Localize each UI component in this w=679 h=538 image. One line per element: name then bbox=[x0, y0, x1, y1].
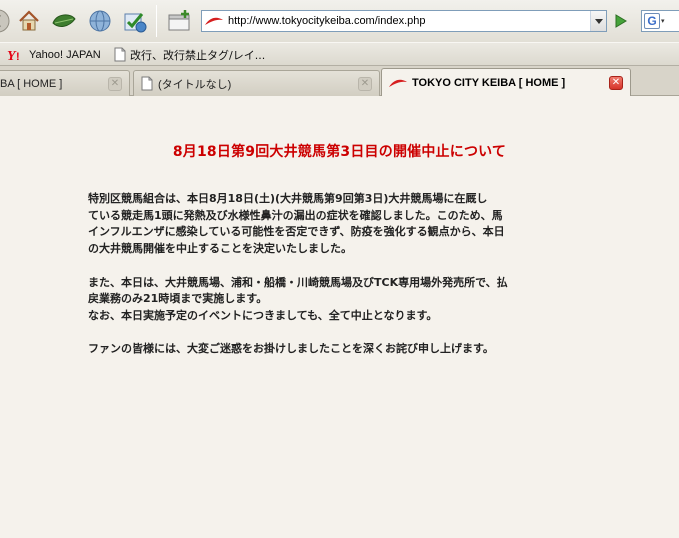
tab-title: (タイトルなし) bbox=[158, 78, 232, 91]
leaf-icon[interactable] bbox=[50, 7, 78, 35]
tab-title: TOKYO CITY KEIBA [ HOME ] bbox=[412, 76, 566, 89]
notice-paragraph: また、本日は、大井競馬場、浦和・船橋・川崎競馬場及びTCK専用場外発売所で、払 … bbox=[88, 275, 598, 325]
bookmark-label: Yahoo! JAPAN bbox=[29, 48, 101, 61]
yahoo-icon: Y! bbox=[7, 49, 20, 62]
page-content: 8月18日第9回大井競馬第3日目の開催中止について 特別区競馬組合は、本日8月1… bbox=[0, 97, 679, 538]
search-engine-dropdown-icon[interactable]: ▾ bbox=[661, 17, 665, 25]
bookmark-br-tags[interactable]: 改行、改行禁止タグ/レイ... bbox=[114, 46, 265, 63]
bookmarks-toolbar: Y! Yahoo! JAPAN 改行、改行禁止タグ/レイ... bbox=[0, 42, 679, 66]
notice-line: 特別区競馬組合は、本日8月18日(土)(大井競馬第9回第3日)大井競馬場に在厩し bbox=[88, 192, 488, 205]
bookmark-yahoo-japan[interactable]: Y! Yahoo! JAPAN bbox=[7, 46, 101, 63]
site-favicon-icon bbox=[202, 11, 226, 31]
url-text[interactable]: http://www.tokyocitykeiba.com/index.php bbox=[226, 15, 590, 27]
page-icon bbox=[114, 47, 126, 62]
page-icon bbox=[141, 76, 153, 91]
search-engine-icon[interactable]: G bbox=[644, 13, 660, 29]
site-favicon-icon bbox=[389, 79, 407, 87]
tab-home-previous[interactable]: BA [ HOME ] ✕ bbox=[0, 70, 130, 96]
svg-text:!: ! bbox=[16, 51, 20, 62]
bookmark-label: 改行、改行禁止タグ/レイ... bbox=[130, 48, 266, 62]
notice-line: ファンの皆様には、大変ご迷惑をお掛けしましたことを深くお詫び申し上げます。 bbox=[88, 342, 494, 356]
search-box[interactable]: G ▾ bbox=[641, 10, 679, 32]
url-dropdown-icon[interactable] bbox=[590, 11, 606, 31]
url-bar[interactable]: http://www.tokyocitykeiba.com/index.php bbox=[201, 10, 607, 32]
tab-untitled[interactable]: (タイトルなし) ✕ bbox=[133, 70, 380, 96]
notice-line: ている競走馬1頭に発熱及び水様性鼻汁の漏出の症状を確認しました。このため、馬 bbox=[88, 208, 503, 222]
notice-line: また、本日は、大井競馬場、浦和・船橋・川崎競馬場及びTCK専用場外発売所で、払 bbox=[88, 275, 508, 289]
notice-line: インフルエンザに感染している可能性を否定できず、防疫を強化する観点から、本日 bbox=[88, 225, 505, 239]
back-icon[interactable] bbox=[0, 7, 12, 35]
close-icon[interactable]: ✕ bbox=[609, 75, 623, 90]
toolbar-separator bbox=[156, 5, 157, 37]
bookmark-check-icon[interactable] bbox=[121, 7, 149, 35]
notice-line: 戻業務のみ21時頃まで実施します。 bbox=[88, 292, 268, 306]
notice-body: 特別区競馬組合は、本日8月18日(土)(大井競馬第9回第3日)大井競馬場に在厩し… bbox=[88, 191, 598, 375]
close-icon[interactable]: ✕ bbox=[108, 76, 122, 91]
new-tab-icon[interactable] bbox=[166, 7, 194, 35]
home-icon[interactable] bbox=[15, 7, 43, 35]
notice-paragraph: 特別区競馬組合は、本日8月18日(土)(大井競馬第9回第3日)大井競馬場に在厩し… bbox=[88, 191, 598, 258]
tab-title: BA [ HOME ] bbox=[0, 77, 63, 90]
navigation-toolbar: http://www.tokyocitykeiba.com/index.php … bbox=[0, 0, 679, 42]
notice-line: の大井競馬開催を中止することを決定いたしました。 bbox=[88, 242, 352, 256]
page-title: 8月18日第9回大井競馬第3日目の開催中止について bbox=[172, 144, 507, 160]
tab-bar: BA [ HOME ] ✕ (タイトルなし) ✕ TOKYO CITY KEIB… bbox=[0, 66, 679, 96]
go-icon[interactable] bbox=[610, 11, 632, 31]
notice-line: なお、本日実施予定のイベントにつきましても、全て中止となります。 bbox=[88, 308, 438, 322]
close-icon[interactable]: ✕ bbox=[358, 76, 372, 91]
globe-icon[interactable] bbox=[86, 7, 114, 35]
notice-paragraph: ファンの皆様には、大変ご迷惑をお掛けしましたことを深くお詫び申し上げます。 bbox=[88, 341, 598, 358]
tab-tokyo-city-keiba[interactable]: TOKYO CITY KEIBA [ HOME ] ✕ bbox=[381, 68, 631, 96]
